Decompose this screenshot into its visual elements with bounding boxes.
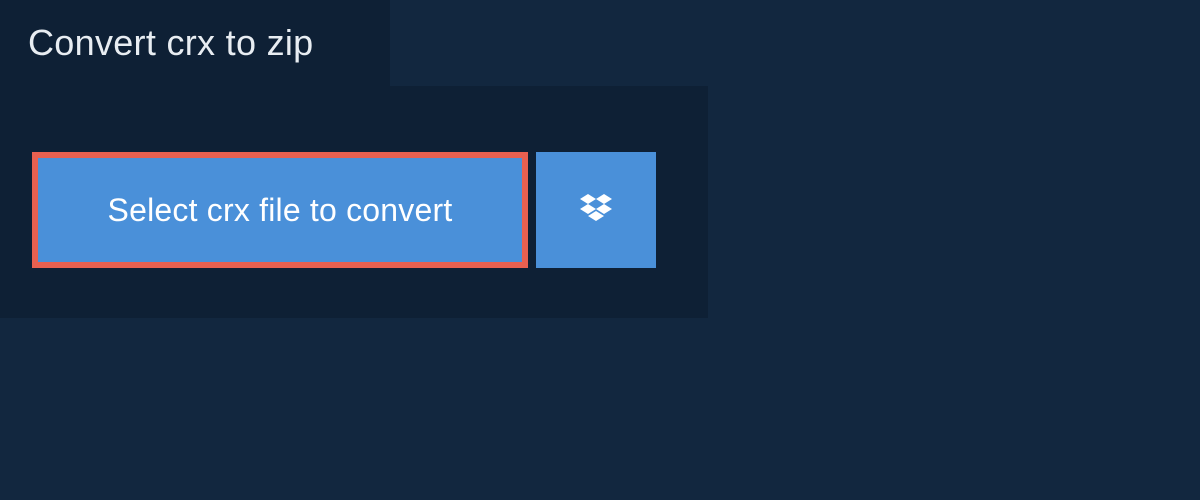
select-file-button[interactable]: Select crx file to convert (32, 152, 528, 268)
dropbox-button[interactable] (536, 152, 656, 268)
action-button-row: Select crx file to convert (32, 152, 656, 268)
tab-label: Convert crx to zip (28, 22, 314, 64)
dropbox-icon (576, 190, 616, 230)
select-file-button-label: Select crx file to convert (108, 192, 453, 229)
tab-convert[interactable]: Convert crx to zip (0, 0, 390, 86)
